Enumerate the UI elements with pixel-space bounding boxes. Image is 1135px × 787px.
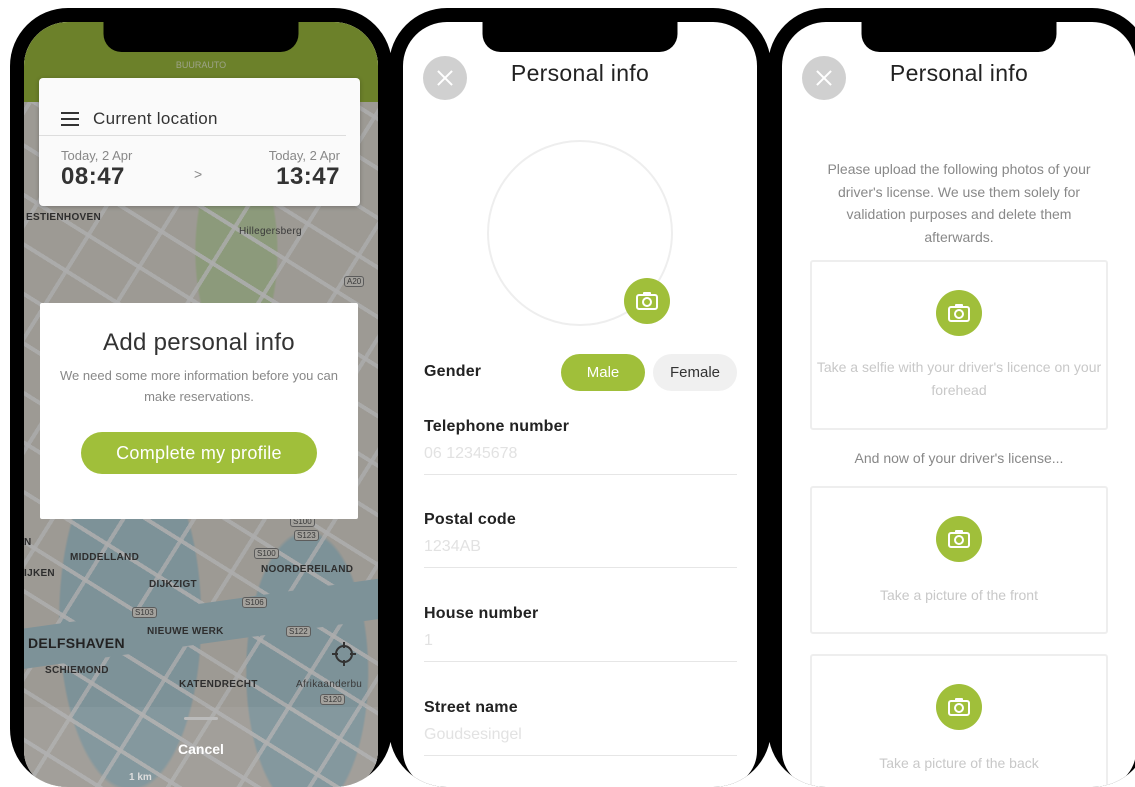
postal-code-field: Postal code 1234AB <box>424 511 737 568</box>
gender-male-button[interactable]: Male <box>561 353 645 391</box>
telephone-field: Telephone number 06 12345678 <box>424 418 737 475</box>
notch <box>482 22 678 52</box>
end-date-label: Today, 2 Apr <box>268 148 340 163</box>
notch <box>103 22 299 52</box>
phone-personal-info: Personal info Gender Male Female Telepho… <box>389 8 771 787</box>
start-date-label: Today, 2 Apr <box>61 148 133 163</box>
time-range[interactable]: Today, 2 Apr 08:47 > Today, 2 Apr 13:47 <box>39 136 360 206</box>
location-card[interactable]: Current location Today, 2 Apr 08:47 > To… <box>39 78 360 206</box>
camera-icon[interactable] <box>624 278 670 324</box>
end-time-value: 13:47 <box>276 163 340 190</box>
house-number-label: House number <box>424 605 539 622</box>
map-scale: 1 km <box>129 772 152 783</box>
dialog-message: We need some more information before you… <box>60 368 338 404</box>
sheet-handle[interactable] <box>184 717 218 720</box>
house-number-input[interactable]: 1 <box>424 632 737 662</box>
street-name-field: Street name Goudsesingel <box>424 699 737 756</box>
gender-female-button[interactable]: Female <box>653 353 737 391</box>
location-header[interactable]: Current location <box>39 78 346 136</box>
camera-icon[interactable] <box>936 684 982 730</box>
complete-profile-button[interactable]: Complete my profile <box>81 432 317 474</box>
cancel-button[interactable]: Cancel <box>24 741 378 757</box>
front-caption: Take a picture of the front <box>880 587 1038 603</box>
end-time[interactable]: Today, 2 Apr 13:47 <box>269 148 340 191</box>
start-time[interactable]: Today, 2 Apr 08:47 <box>61 148 132 191</box>
notch <box>861 22 1057 52</box>
locate-icon[interactable] <box>332 642 356 666</box>
personal-info-screen: Personal info Gender Male Female Telepho… <box>403 22 757 787</box>
gender-label: Gender <box>424 363 482 380</box>
house-number-field: House number 1 <box>424 605 737 662</box>
camera-icon[interactable] <box>936 516 982 562</box>
license-sub-instructions: And now of your driver's license... <box>854 450 1064 466</box>
license-upload-screen: Personal info Please upload the followin… <box>782 22 1135 787</box>
add-info-dialog: Add personal info We need some more info… <box>40 303 358 519</box>
chevron-right-icon: > <box>194 166 203 182</box>
license-front-upload[interactable]: Take a picture of the front <box>810 486 1108 634</box>
selfie-upload[interactable]: Take a selfie with your driver's licence… <box>810 260 1108 430</box>
postal-code-input[interactable]: 1234AB <box>424 538 737 568</box>
street-name-label: Street name <box>424 699 518 716</box>
phone-map-screen: ESTIENHOVEN Hillegersberg MIDDELLAND NOO… <box>10 8 392 787</box>
phone-license-upload: Personal info Please upload the followin… <box>768 8 1135 787</box>
page-title: Personal info <box>510 60 650 86</box>
license-back-upload[interactable]: Take a picture of the back <box>810 654 1108 787</box>
back-caption: Take a picture of the back <box>879 755 1039 771</box>
page-title: Personal info <box>889 60 1029 86</box>
telephone-input[interactable]: 06 12345678 <box>424 445 737 475</box>
gender-row: Gender Male Female <box>424 352 737 392</box>
bottom-sheet: Cancel 1 km <box>24 707 378 787</box>
map-screen: ESTIENHOVEN Hillegersberg MIDDELLAND NOO… <box>24 22 378 787</box>
start-time-value: 08:47 <box>61 163 125 190</box>
selfie-caption: Take a selfie with your driver's licence… <box>816 359 1102 398</box>
upload-instructions: Please upload the following photos of yo… <box>827 161 1091 245</box>
location-title[interactable]: Current location <box>93 109 218 129</box>
street-name-input[interactable]: Goudsesingel <box>424 726 737 756</box>
postal-code-label: Postal code <box>424 511 517 528</box>
dialog-title: Add personal info <box>103 329 295 356</box>
camera-icon[interactable] <box>936 290 982 336</box>
hamburger-icon[interactable] <box>61 111 79 126</box>
telephone-label: Telephone number <box>424 418 570 435</box>
